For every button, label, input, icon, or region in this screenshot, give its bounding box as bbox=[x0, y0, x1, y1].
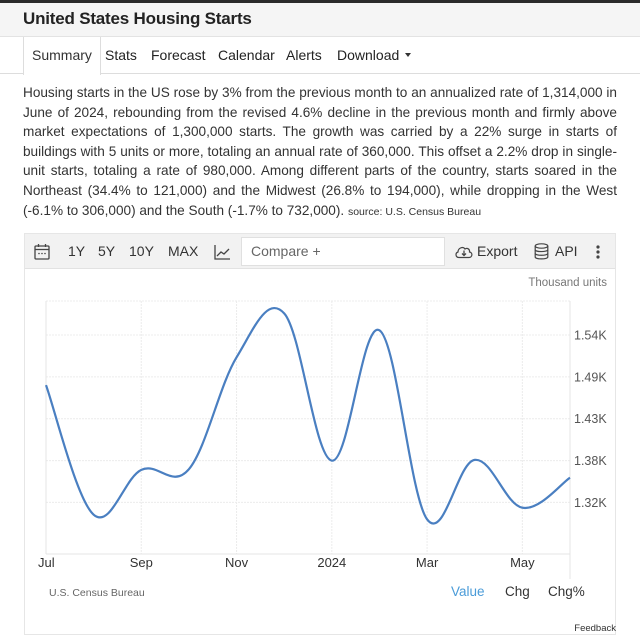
mode-chg-button[interactable]: Chg bbox=[505, 584, 530, 599]
mode-chg-percent-button[interactable]: Chg% bbox=[548, 584, 585, 599]
x-tick-label: Mar bbox=[416, 555, 439, 570]
line-chart: 1.54K 1.49K 1.43K 1.38K 1.32K Jul Sep Nov 2024 Ma… bbox=[38, 300, 607, 579]
tab-alerts[interactable]: Alerts bbox=[286, 37, 322, 74]
data-point bbox=[138, 467, 144, 473]
page-title: United States Housing Starts bbox=[23, 9, 252, 28]
data-point bbox=[234, 354, 240, 360]
x-tick-label: Jul bbox=[38, 555, 55, 570]
x-tick-label: Sep bbox=[130, 555, 153, 570]
x-tick-label: Nov bbox=[225, 555, 249, 570]
page-header: United States Housing Starts bbox=[0, 3, 640, 37]
data-point bbox=[43, 382, 49, 388]
tab-calendar[interactable]: Calendar bbox=[218, 37, 275, 74]
data-point bbox=[472, 457, 478, 463]
data-point bbox=[91, 512, 97, 518]
summary-body: Housing starts in the US rose by 3% from… bbox=[23, 85, 617, 218]
data-point bbox=[519, 505, 525, 511]
x-tick-label: May bbox=[510, 555, 535, 570]
caret-down-icon bbox=[405, 53, 412, 58]
tab-download-label: Download bbox=[337, 47, 400, 63]
y-tick-label: 1.54K bbox=[574, 328, 607, 342]
y-tick-label: 1.32K bbox=[574, 496, 607, 510]
y-tick-label: 1.38K bbox=[574, 454, 607, 468]
data-point bbox=[186, 466, 192, 472]
y-tick-label: 1.49K bbox=[574, 370, 607, 384]
tab-summary[interactable]: Summary bbox=[23, 37, 101, 75]
data-point bbox=[281, 310, 287, 316]
data-point bbox=[567, 475, 573, 481]
tab-stats[interactable]: Stats bbox=[105, 37, 137, 74]
data-point bbox=[329, 458, 335, 464]
data-point bbox=[424, 516, 430, 522]
tab-download[interactable]: Download bbox=[337, 37, 412, 74]
chart-source: U.S. Census Bureau bbox=[49, 587, 145, 599]
series-line bbox=[44, 307, 571, 525]
summary-source: source: U.S. Census Bureau bbox=[347, 205, 482, 218]
data-point bbox=[376, 327, 382, 333]
feedback-link[interactable]: Feedback bbox=[574, 623, 616, 634]
y-tick-label: 1.43K bbox=[574, 412, 607, 426]
tab-forecast[interactable]: Forecast bbox=[151, 37, 205, 74]
tab-bar: Summary Stats Forecast Calendar Alerts D… bbox=[0, 37, 640, 75]
x-tick-label: 2024 bbox=[317, 555, 346, 570]
summary-text: Housing starts in the US rose by 3% from… bbox=[23, 83, 617, 222]
chart-card: 1Y 5Y 10Y MAX Compare + Export API Thous… bbox=[24, 233, 616, 635]
mode-value-button[interactable]: Value bbox=[451, 584, 485, 599]
